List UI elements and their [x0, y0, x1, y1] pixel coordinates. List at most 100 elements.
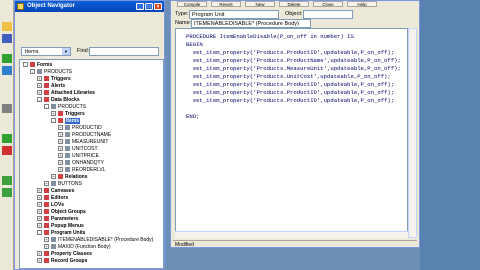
code-line: set_item_property('Products.ProductID',u…	[186, 81, 395, 88]
expand-node-icon[interactable]: +	[37, 83, 42, 88]
tree-node[interactable]: - Items	[51, 118, 81, 124]
tree-node[interactable]: + Relations	[51, 174, 88, 180]
code-line: set_item_property('Products.ProductID',u…	[186, 97, 395, 104]
expand-node-icon[interactable]: +	[58, 146, 63, 151]
tree-node[interactable]: + MAXID (Function Body)	[44, 244, 111, 250]
cut-icon[interactable]	[2, 104, 12, 113]
view-select[interactable]: Items ▼	[21, 47, 71, 56]
tree-node[interactable]: - Data Blocks	[37, 97, 80, 103]
collapse-node-icon[interactable]: -	[37, 230, 42, 235]
node-type-icon	[58, 111, 63, 116]
debug-icon[interactable]	[2, 66, 12, 75]
tree-node[interactable]: + PRODUCTID	[58, 125, 102, 131]
collapse-node-icon[interactable]: -	[30, 69, 35, 74]
expand-node-icon[interactable]: +	[58, 139, 63, 144]
tree-node[interactable]: + LOVs	[37, 202, 64, 208]
expand-node-icon[interactable]: +	[58, 132, 63, 137]
expand-node-icon[interactable]: +	[37, 209, 42, 214]
maximize-icon[interactable]: □	[145, 3, 153, 10]
collapse-icon[interactable]	[2, 188, 12, 197]
editor-toolbar-button[interactable]: Delete	[279, 1, 309, 7]
chevron-down-icon[interactable]: ▼	[62, 48, 70, 55]
tree-node[interactable]: + Record Groups	[37, 258, 87, 264]
expand-node-icon[interactable]: +	[51, 111, 56, 116]
expand-node-icon[interactable]: +	[51, 174, 56, 179]
expand-node-icon[interactable]: +	[37, 223, 42, 228]
tree-node[interactable]: + Property Classes	[37, 251, 92, 257]
collapse-node-icon[interactable]: -	[37, 97, 42, 102]
editor-toolbar-button[interactable]: Revert	[211, 1, 241, 7]
expand-node-icon[interactable]: +	[44, 244, 49, 249]
expand-node-icon[interactable]: +	[44, 181, 49, 186]
expand-node-icon[interactable]: +	[37, 195, 42, 200]
expand-node-icon[interactable]: +	[44, 237, 49, 242]
expand-node-icon[interactable]: +	[37, 76, 42, 81]
tree-node[interactable]: + ONHANDQTY	[58, 160, 104, 166]
tree-node[interactable]: + MEASUREUNIT	[58, 139, 108, 145]
expand-node-icon[interactable]: +	[37, 188, 42, 193]
tree-node[interactable]: + Triggers	[51, 111, 85, 117]
tree-node[interactable]: + UNITPRICE	[58, 153, 99, 159]
vertical-scrollbar[interactable]	[408, 28, 417, 238]
expand-node-icon[interactable]: +	[37, 258, 42, 263]
tree-node[interactable]: + Triggers	[37, 76, 71, 82]
tree-node[interactable]: - Program Units	[37, 230, 85, 236]
type-select[interactable]: Program Unit	[189, 10, 279, 19]
expand-node-icon[interactable]: +	[58, 125, 63, 130]
object-select[interactable]	[303, 10, 353, 19]
tree-node[interactable]: + Object Groups	[37, 209, 86, 215]
code-editor[interactable]: PROCEDURE ItemEnableDisable(P_on_off in …	[175, 28, 408, 238]
horizontal-scrollbar[interactable]	[175, 231, 408, 238]
expand-node-icon[interactable]: +	[58, 167, 63, 172]
tree-node[interactable]: + Parameters	[37, 216, 78, 222]
collapse-node-icon[interactable]: -	[44, 104, 49, 109]
tree-node[interactable]: - PRODUCTS	[30, 69, 72, 75]
editor-toolbar-button[interactable]: Compile	[177, 1, 207, 7]
tree-node-label: PRODUCTS	[58, 104, 87, 110]
tree-node[interactable]: + Canvases	[37, 188, 74, 194]
node-type-icon	[44, 251, 49, 256]
open-icon[interactable]	[2, 22, 12, 31]
editor-toolbar-button[interactable]: New	[245, 1, 275, 7]
expand-icon[interactable]	[2, 176, 12, 185]
minimize-icon[interactable]: _	[136, 3, 144, 10]
tree-node[interactable]: + REORDERLVL	[58, 167, 106, 173]
tree-node-label: UNITCOST	[72, 146, 98, 152]
create-icon[interactable]	[2, 134, 12, 143]
expand-node-icon[interactable]: +	[58, 160, 63, 165]
tree-node-label: ITEMENABLEDISABLE* (Procedure Body)	[58, 237, 154, 243]
close-icon[interactable]: ×	[154, 3, 162, 10]
node-type-icon	[58, 174, 63, 179]
type-label: Type:	[175, 11, 189, 17]
code-line: PROCEDURE ItemEnableDisable(P_on_off in …	[186, 33, 354, 40]
collapse-node-icon[interactable]: -	[23, 62, 28, 67]
editor-toolbar-button[interactable]: Help	[347, 1, 377, 7]
expand-node-icon[interactable]: +	[58, 153, 63, 158]
tree-node[interactable]: + PRODUCTNAME	[58, 132, 111, 138]
tree-node-label: Items	[65, 118, 81, 124]
expand-node-icon[interactable]: +	[37, 90, 42, 95]
run-icon[interactable]	[2, 54, 12, 63]
tree-node[interactable]: + UNITCOST	[58, 146, 98, 152]
tree-node[interactable]: + Popup Menus	[37, 223, 84, 229]
expand-node-icon[interactable]: +	[37, 202, 42, 207]
object-label: Object:	[285, 11, 303, 17]
expand-node-icon[interactable]: +	[37, 251, 42, 256]
object-navigator-titlebar[interactable]: Object Navigator _ □ ×	[15, 1, 164, 12]
delete-icon[interactable]	[2, 146, 12, 155]
tree-node[interactable]: + Attached Libraries	[37, 90, 95, 96]
editor-toolbar-button[interactable]: Close	[313, 1, 343, 7]
navigator-tree[interactable]: - Forms - PRODUCTS + Triggers + Alerts + Attached…	[19, 59, 164, 269]
tree-node[interactable]: + ITEMENABLEDISABLE* (Procedure Body)	[44, 237, 153, 243]
tree-node[interactable]: + BUTTONS	[44, 181, 82, 187]
name-select[interactable]: ITEMENABLEDISABLE* (Procedure Body)	[191, 19, 311, 28]
expand-node-icon[interactable]: +	[37, 216, 42, 221]
tree-node[interactable]: - Forms	[23, 62, 52, 68]
code-line: set_item_property('Products.UnitCost',up…	[186, 73, 391, 80]
save-icon[interactable]	[2, 34, 12, 43]
find-input[interactable]	[89, 47, 159, 56]
collapse-node-icon[interactable]: -	[51, 118, 56, 123]
tree-node[interactable]: + Alerts	[37, 83, 65, 89]
tree-node[interactable]: - PRODUCTS	[44, 104, 86, 110]
tree-node[interactable]: + Editors	[37, 195, 68, 201]
